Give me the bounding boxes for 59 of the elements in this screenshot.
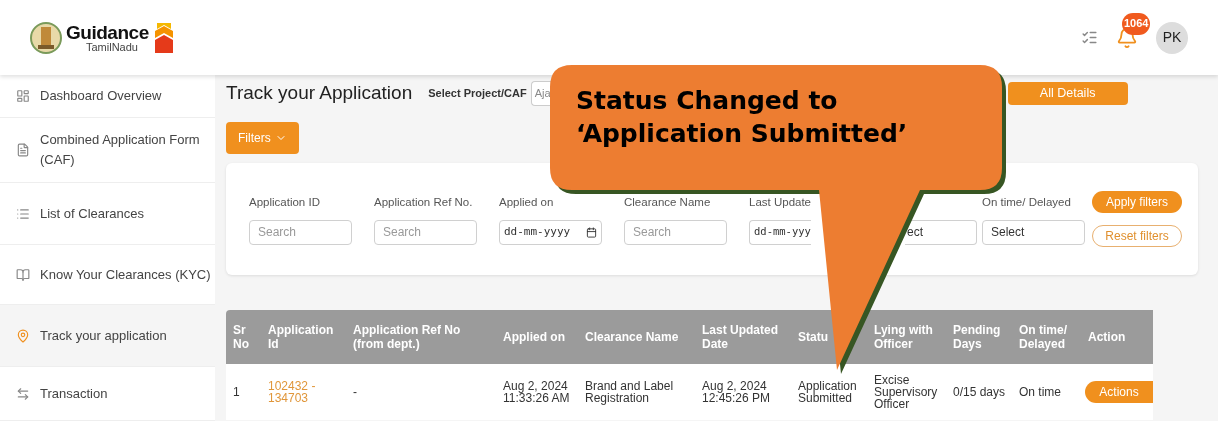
emblem-icon xyxy=(30,20,62,55)
filter-label: Application ID xyxy=(249,194,321,208)
notification-badge: 1064 xyxy=(1122,12,1151,35)
logo-title: Guidance xyxy=(66,22,149,42)
select-field[interactable]: Select xyxy=(982,219,1085,245)
column-header: Sr No xyxy=(232,323,250,351)
page-title: Track your Application xyxy=(226,80,413,105)
sidebar-label: Know Your Clearances (KYC) xyxy=(40,265,211,284)
date-field[interactable]: dd-mm-yyyy xyxy=(499,219,602,245)
column-header: Applied on xyxy=(502,330,566,344)
project-select[interactable]: Aja xyxy=(530,80,552,106)
table-cell-text: 0/15 days xyxy=(952,386,1007,398)
calendar-icon xyxy=(586,226,597,238)
filter-label: Last Update xyxy=(749,194,812,208)
search-field[interactable]: Search xyxy=(624,219,727,245)
table-cell-text: 1 xyxy=(232,386,241,398)
sidebar-icon xyxy=(16,206,30,221)
table-cell-text: Application Submitted xyxy=(797,380,858,404)
sidebar-label: Dashboard Overview xyxy=(40,87,162,105)
column-header: Application Ref No (from dept.) xyxy=(352,323,462,351)
column-header: Action xyxy=(1087,330,1127,344)
sidebar-icon xyxy=(16,89,30,103)
column-header: On time/ Delayed xyxy=(1018,323,1068,351)
callout-text: Status Changed to xyxy=(576,85,839,117)
column-header: Application Id xyxy=(267,323,335,351)
sidebar-icon xyxy=(16,143,30,157)
sidebar-item[interactable]: Track your application xyxy=(0,305,215,367)
column-header: Last Updated Date xyxy=(701,323,779,351)
sidebar-icon xyxy=(16,328,30,343)
table-cell-text: On time xyxy=(1018,386,1062,398)
logo-subtitle: TamilNadu xyxy=(85,41,139,53)
search-field[interactable]: Search xyxy=(249,219,352,245)
logo-icon xyxy=(152,20,175,55)
table-cell-text: Excise Supervisory Officer xyxy=(873,374,939,410)
filter-label: On time/ Delayed xyxy=(982,194,1072,208)
column-header: Statu xyxy=(797,330,829,344)
table-cell-text: Aug 2, 2024 12:45:26 PM xyxy=(701,380,772,404)
select-field[interactable]: ect xyxy=(905,219,977,245)
table-cell-text: Aug 2, 2024 11:33:26 AM xyxy=(502,380,571,404)
filter-label: Applied on xyxy=(499,194,555,208)
sidebar-label: Combined Application Form (CAF) xyxy=(40,131,201,169)
sidebar-label: Track your application xyxy=(40,326,167,345)
sidebar-icon xyxy=(16,386,30,401)
filter-label: Clearance Name xyxy=(624,194,712,208)
date-field[interactable]: dd-mm-yyy xyxy=(749,219,811,245)
user-avatar[interactable]: PK xyxy=(1156,21,1188,54)
table-cell-text: - xyxy=(352,386,358,398)
sidebar-label: List of Clearances xyxy=(40,204,145,223)
search-field[interactable]: Search xyxy=(374,219,477,245)
list-icon[interactable] xyxy=(1081,29,1098,46)
callout-text: ‘Application Submitted’ xyxy=(576,118,908,150)
table-cell-text: Brand and Label Registration xyxy=(584,380,675,404)
sidebar-label: Transaction xyxy=(40,384,108,403)
project-label: Select Project/CAF xyxy=(428,85,527,101)
sidebar-icon xyxy=(16,267,30,282)
column-header: Lying with Officer xyxy=(873,323,934,351)
filter-label: Application Ref No. xyxy=(374,194,474,208)
column-header: Clearance Name xyxy=(584,330,680,344)
column-header: Pending Days xyxy=(952,323,1002,351)
